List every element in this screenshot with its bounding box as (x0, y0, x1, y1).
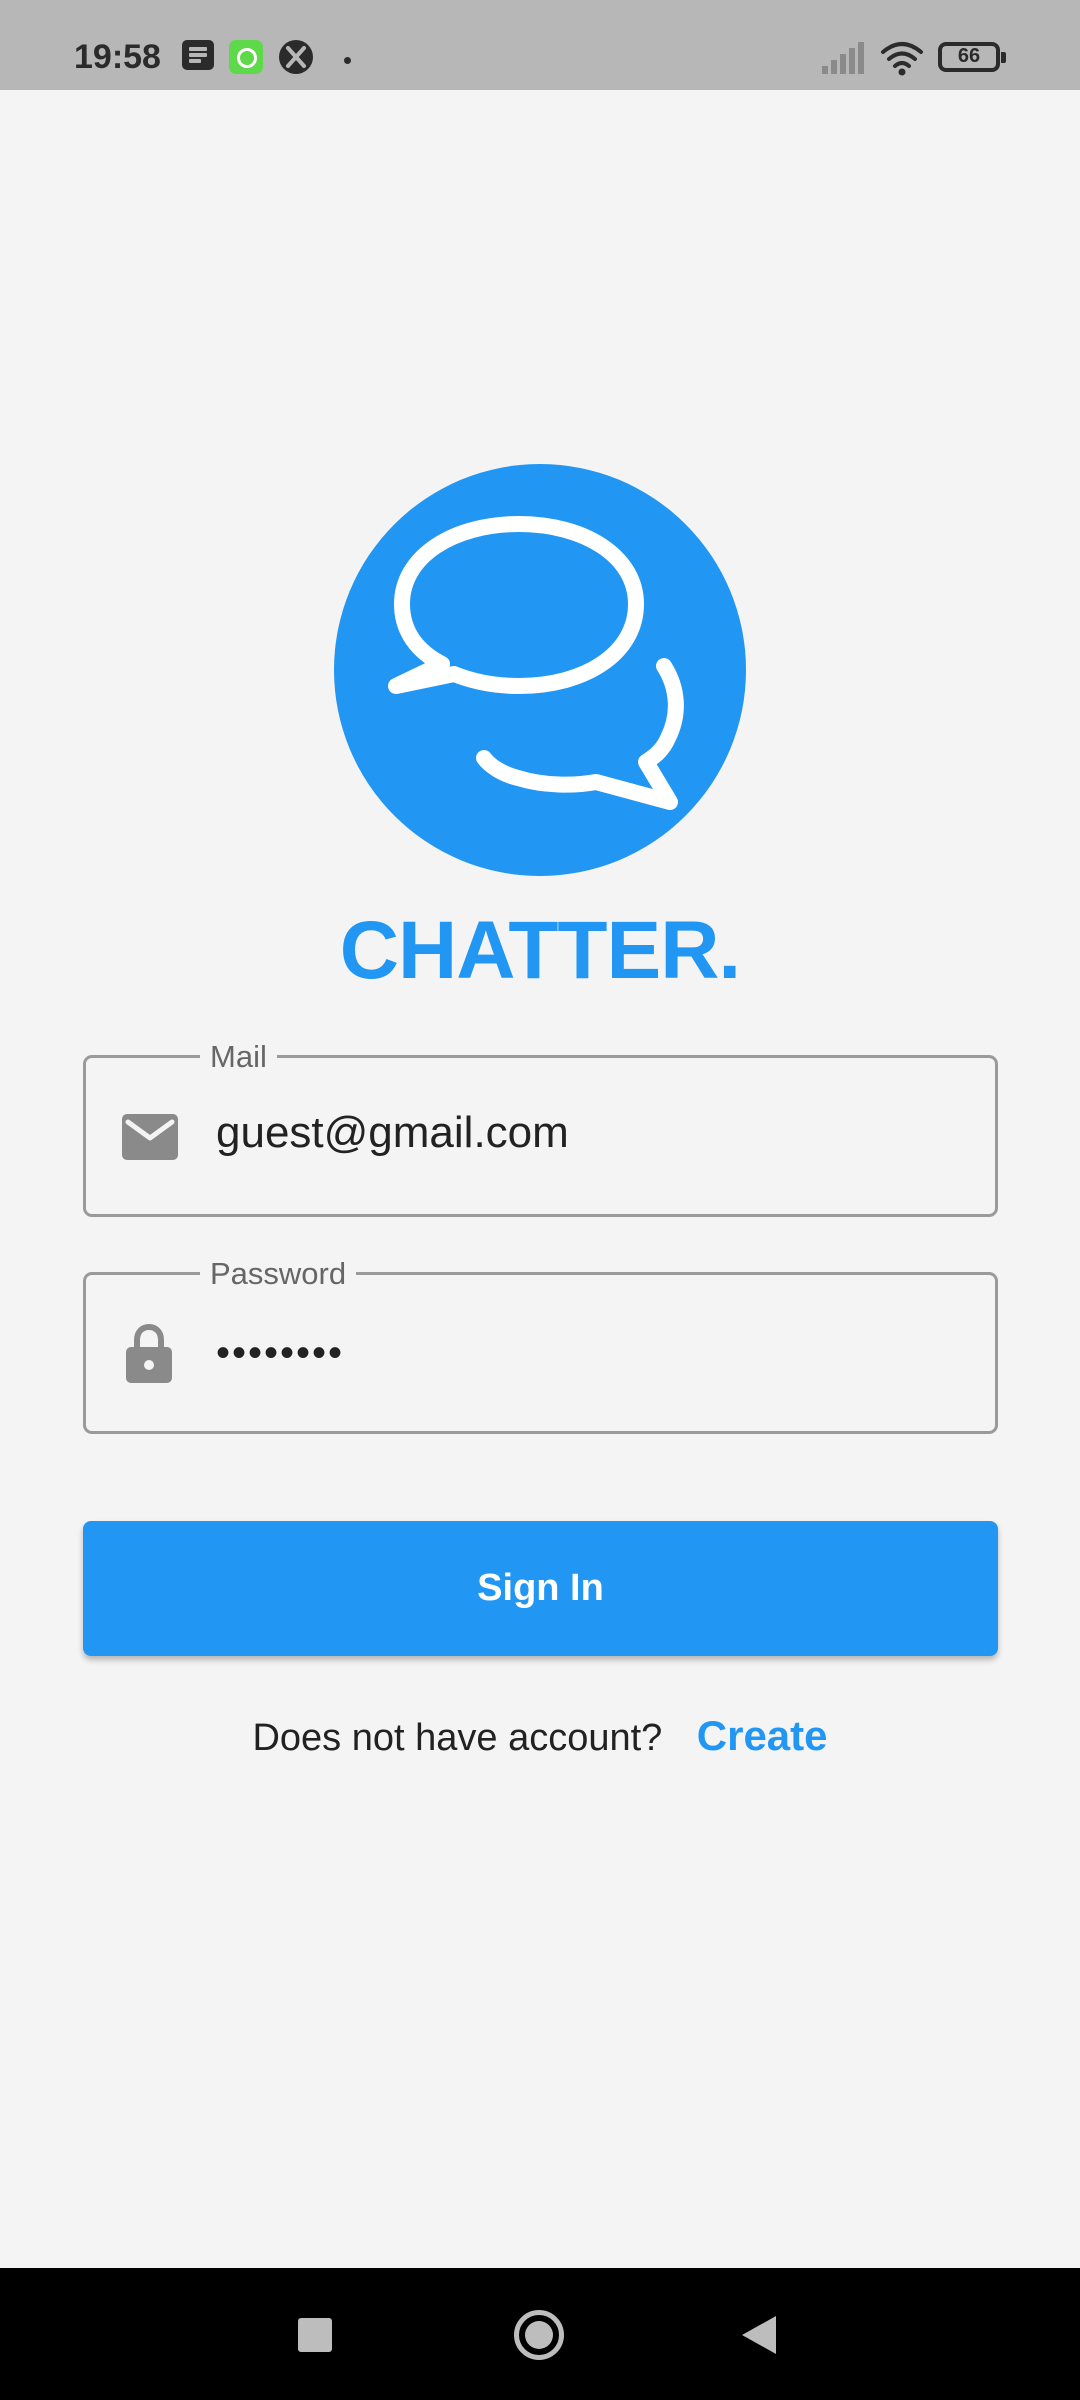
status-bar: 19:58 66 (0, 0, 1080, 90)
mail-input[interactable] (216, 1108, 956, 1158)
chat-bubbles-icon (388, 516, 684, 810)
mail-icon (122, 1114, 178, 1160)
battery-icon: 66 (938, 42, 1006, 72)
signup-prompt: Does not have account? (252, 1717, 663, 1759)
clock-app-icon (229, 40, 263, 74)
lock-icon (126, 1323, 172, 1383)
status-time: 19:58 (74, 38, 161, 76)
signup-row: Does not have account? Create (0, 1712, 1080, 1760)
home-icon[interactable] (514, 2310, 564, 2360)
app-title: CHATTER. (339, 905, 741, 996)
wifi-icon (881, 42, 923, 76)
password-input[interactable]: •••••••• (216, 1331, 956, 1376)
xbox-icon (279, 40, 313, 74)
password-label: Password (200, 1258, 357, 1290)
signal-icon (822, 42, 864, 74)
navigation-bar (0, 2268, 1080, 2400)
app-logo (334, 464, 746, 876)
password-field[interactable]: Password •••••••• (83, 1258, 998, 1434)
back-icon[interactable] (742, 2316, 776, 2354)
recent-apps-icon[interactable] (298, 2318, 332, 2352)
battery-level: 66 (957, 45, 981, 67)
create-account-link[interactable]: Create (697, 1712, 828, 1759)
dot-icon (344, 57, 351, 64)
news-icon (182, 40, 214, 70)
sign-in-button[interactable]: Sign In (83, 1521, 998, 1656)
mail-label: Mail (200, 1041, 277, 1073)
mail-field[interactable]: Mail (83, 1041, 998, 1217)
